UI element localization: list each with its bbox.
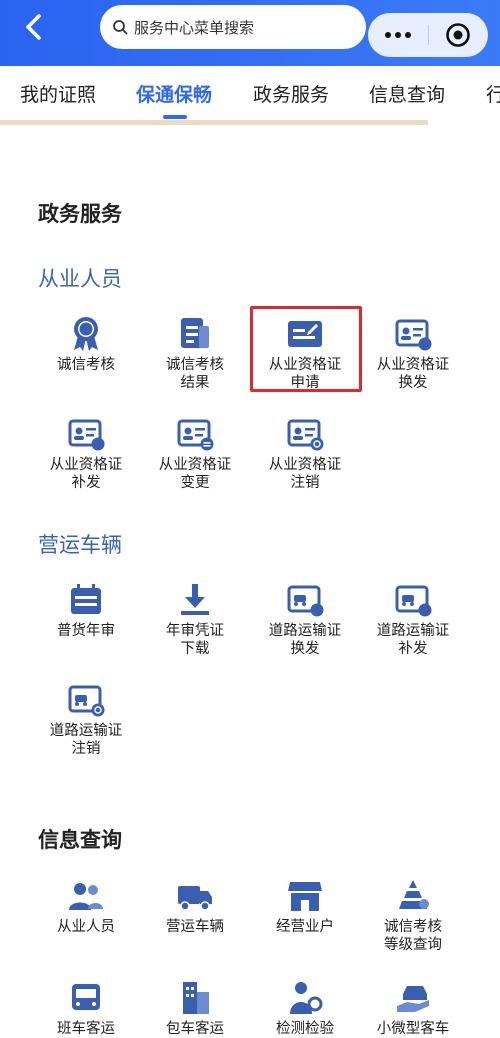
bus-icon — [72, 984, 100, 1010]
item-label: 从业资格证 换发 — [376, 357, 450, 391]
item-label: 年审凭证 下载 — [166, 623, 224, 657]
calendar-icon — [71, 584, 101, 614]
hand-car-icon — [397, 986, 429, 1012]
item-qualification-change[interactable]: 从业资格证 变更 — [140, 416, 250, 492]
vehicle-card-reissue-icon — [395, 585, 432, 617]
item-label: 营运车辆 — [166, 919, 224, 935]
vehicle-card-cancel-icon — [68, 685, 105, 717]
item-label: 从业资格证 变更 — [158, 457, 232, 491]
more-button[interactable] — [368, 32, 428, 38]
item-transport-cancel[interactable]: 道路运输证 注销 — [31, 682, 141, 758]
item-label: 从业资格证 补发 — [49, 457, 123, 491]
truck-icon — [178, 886, 212, 911]
item-query-charter-bus[interactable]: 包车客运 — [140, 980, 250, 1038]
item-label: 道路运输证 补发 — [376, 623, 450, 657]
inspector-icon — [290, 982, 323, 1014]
section-title-info: 信息查询 — [38, 828, 122, 852]
item-integrity-result[interactable]: 诚信考核 结果 — [140, 316, 250, 392]
item-query-vehicles[interactable]: 营运车辆 — [140, 878, 250, 936]
item-label: 诚信考核 结果 — [166, 357, 224, 391]
active-tab-indicator — [163, 115, 187, 119]
group-title-practitioners: 从业人员 — [38, 267, 122, 291]
item-label: 从业人员 — [57, 919, 115, 935]
item-annual-inspection[interactable]: 普货年审 — [31, 582, 141, 640]
tab-info-query[interactable]: 信息查询 — [369, 80, 445, 107]
pyramid-icon — [399, 880, 429, 909]
badge-icon — [74, 317, 98, 351]
tab-bar: 我的证照 保通保畅 政务服务 信息查询 行 — [0, 66, 500, 122]
item-label: 包车客运 — [166, 1021, 224, 1037]
id-card-renew-icon — [395, 319, 432, 351]
item-qualification-reissue[interactable]: 从业资格证 补发 — [31, 416, 141, 492]
item-label: 诚信考核 等级查询 — [384, 919, 442, 953]
item-query-practitioners[interactable]: 从业人员 — [31, 878, 141, 936]
item-label: 经营业户 — [276, 919, 334, 935]
close-button[interactable] — [428, 22, 488, 48]
group-title-vehicles: 营运车辆 — [38, 533, 122, 557]
title-bar: 服务中心菜单搜索 — [0, 0, 500, 66]
document-icon — [181, 318, 209, 348]
store-icon — [288, 882, 322, 911]
item-label: 普货年审 — [57, 623, 115, 639]
item-query-integrity-level[interactable]: 诚信考核 等级查询 — [358, 878, 468, 954]
mini-program-capsule — [368, 13, 488, 57]
download-icon — [181, 584, 209, 615]
target-icon — [446, 23, 471, 47]
item-query-minibus[interactable]: 小微型客车 — [358, 980, 468, 1038]
search-icon — [113, 20, 128, 35]
item-qualification-cancel[interactable]: 从业资格证 注销 — [250, 416, 360, 492]
item-query-inspection[interactable]: 检测检验 — [250, 980, 360, 1038]
item-qualification-renew[interactable]: 从业资格证 换发 — [358, 316, 468, 392]
tab-more[interactable]: 行 — [486, 80, 500, 107]
item-label: 诚信考核 — [57, 357, 115, 373]
item-integrity-assessment[interactable]: 诚信考核 — [31, 316, 141, 374]
tab-my-licenses[interactable]: 我的证照 — [20, 80, 96, 107]
id-card-change-icon — [177, 419, 214, 451]
item-transport-reissue[interactable]: 道路运输证 补发 — [358, 582, 468, 658]
item-label: 从业资格证 注销 — [268, 457, 342, 491]
item-query-scheduled-bus[interactable]: 班车客运 — [31, 980, 141, 1038]
users-icon — [69, 883, 103, 910]
item-label: 道路运输证 注销 — [49, 723, 123, 757]
vehicle-card-renew-icon — [287, 585, 324, 617]
back-button[interactable] — [18, 10, 52, 44]
item-query-operators[interactable]: 经营业户 — [250, 878, 360, 936]
selection-highlight — [250, 306, 362, 392]
tab-baotong[interactable]: 保通保畅 — [136, 80, 212, 107]
section-title-gov: 政务服务 — [38, 202, 122, 226]
search-placeholder: 服务中心菜单搜索 — [134, 18, 255, 37]
item-inspection-download[interactable]: 年审凭证 下载 — [140, 582, 250, 658]
item-label: 道路运输证 换发 — [268, 623, 342, 657]
item-label: 检测检验 — [276, 1021, 334, 1037]
chevron-left-icon — [26, 14, 41, 40]
search-input[interactable]: 服务中心菜单搜索 — [100, 5, 366, 49]
tab-gov-services[interactable]: 政务服务 — [253, 80, 329, 107]
id-card-cancel-icon — [287, 419, 324, 451]
tab-divider — [0, 120, 428, 125]
item-label: 小微型客车 — [376, 1021, 450, 1037]
building-icon — [183, 982, 209, 1014]
id-card-reissue-icon — [68, 419, 105, 451]
item-transport-renew[interactable]: 道路运输证 换发 — [250, 582, 360, 658]
item-label: 班车客运 — [57, 1021, 115, 1037]
